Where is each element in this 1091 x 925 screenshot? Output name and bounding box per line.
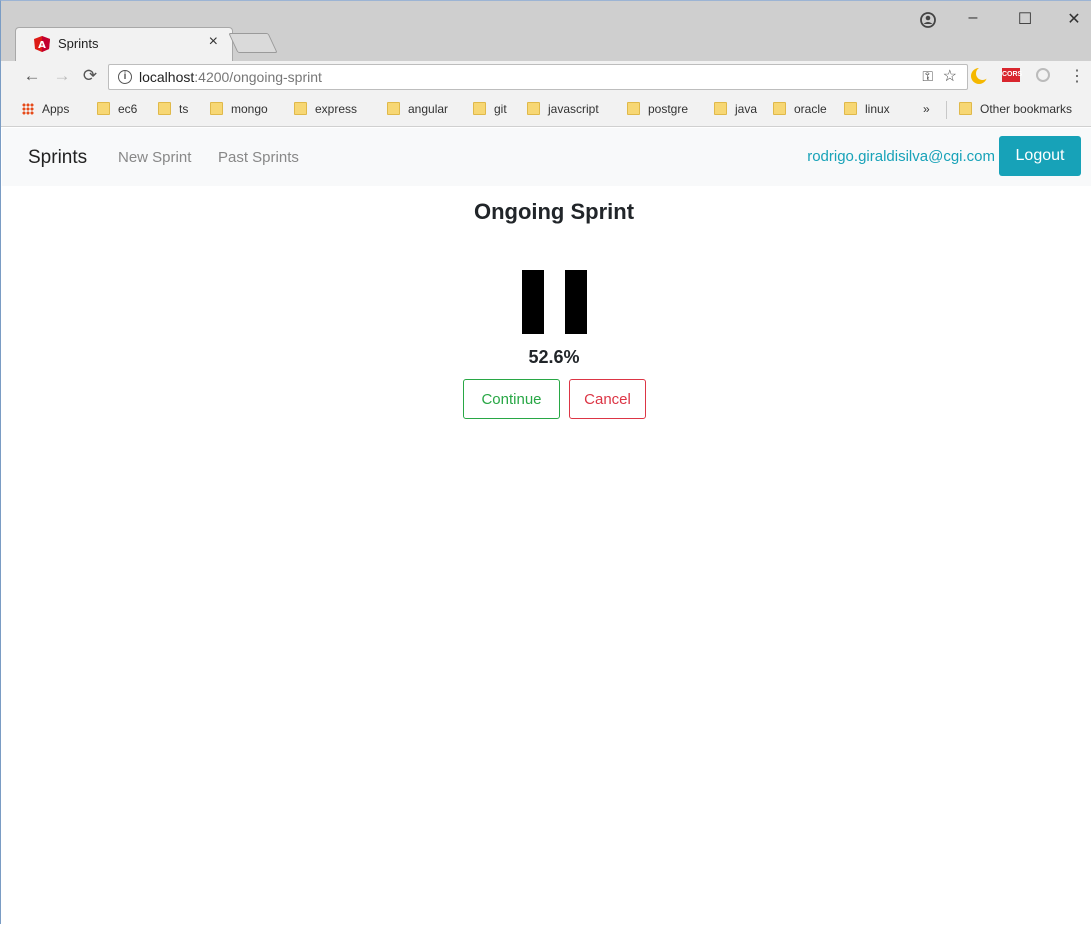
circle-extension-icon[interactable] [1036,68,1050,82]
bookmark-item[interactable]: git [473,102,507,116]
close-window-icon[interactable]: ✕ [1059,9,1089,29]
bookmark-item[interactable]: javascript [527,102,599,116]
bookmark-item[interactable]: linux [844,102,890,116]
folder-icon [527,102,540,115]
address-bar[interactable]: i localhost:4200/ongoing-sprint ⚿ ☆ [108,64,968,90]
pause-bar-right [565,270,587,334]
info-icon[interactable]: i [118,70,132,84]
reload-icon[interactable]: ⟳ [79,66,101,86]
bookmark-star-icon[interactable]: ☆ [943,66,957,86]
apps-grid-icon [22,103,34,115]
navbar-brand[interactable]: Sprints [28,147,87,169]
page-title: Ongoing Sprint [473,199,635,224]
progress-percentage: 52.6% [528,347,580,367]
bookmark-item[interactable]: ts [158,102,188,116]
forward-arrow-icon[interactable]: → [51,66,73,86]
browser-window: A Sprints × – ☐ ✕ ← → ⟳ i localhost:4200… [0,0,1091,925]
bookmark-item[interactable]: java [714,102,757,116]
svg-text:A: A [38,40,46,51]
bookmark-item[interactable]: oracle [773,102,827,116]
profile-icon[interactable] [913,9,943,31]
folder-icon [473,102,486,115]
browser-menu-icon[interactable]: ⋮ [1069,66,1085,86]
bookmark-item[interactable]: angular [387,102,448,116]
bookmark-item[interactable]: postgre [627,102,688,116]
minimize-icon[interactable]: – [958,9,988,27]
bookmarks-overflow-icon[interactable]: » [923,102,930,116]
app-navbar: Sprints New Sprint Past Sprints rodrigo.… [2,128,1091,186]
maximize-icon[interactable]: ☐ [1010,9,1040,29]
nav-past-sprints-link[interactable]: Past Sprints [218,149,299,166]
bookmark-item[interactable]: express [294,102,357,116]
browser-toolbar: ← → ⟳ i localhost:4200/ongoing-sprint ⚿ … [1,61,1091,93]
bookmark-other[interactable]: Other bookmarks [959,102,1072,116]
folder-icon [627,102,640,115]
cors-extension-icon[interactable]: CORS [1002,68,1022,82]
back-arrow-icon[interactable]: ← [21,66,43,86]
folder-icon [844,102,857,115]
browser-tab[interactable]: A Sprints × [15,27,233,61]
folder-icon [97,102,110,115]
pause-icon[interactable] [522,270,588,334]
url-text: localhost:4200/ongoing-sprint [139,69,322,85]
pause-bar-left [522,270,544,334]
folder-icon [714,102,727,115]
continue-button[interactable]: Continue [463,379,560,419]
folder-icon [210,102,223,115]
user-email: rodrigo.giraldisilva@cgi.com [807,148,995,165]
main-content: Ongoing Sprint 52.6% Continue Cancel [1,187,1091,925]
folder-icon [158,102,171,115]
bookmarks-bar: Apps ec6 ts mongo express angular git ja… [1,93,1091,127]
tab-close-icon[interactable]: × [209,33,218,51]
bookmark-apps[interactable]: Apps [22,102,69,116]
cancel-button[interactable]: Cancel [569,379,646,419]
logout-button[interactable]: Logout [999,136,1081,176]
angular-favicon-icon: A [34,36,50,52]
nav-new-sprint-link[interactable]: New Sprint [118,149,191,166]
bookmark-item[interactable]: ec6 [97,102,137,116]
new-tab-button[interactable] [228,33,278,53]
folder-icon [294,102,307,115]
tab-title: Sprints [58,36,99,51]
folder-icon [959,102,972,115]
tab-strip: A Sprints × – ☐ ✕ [1,1,1091,61]
moon-extension-icon[interactable] [971,67,989,84]
bookmark-item[interactable]: mongo [210,102,268,116]
key-icon[interactable]: ⚿ [922,68,933,85]
folder-icon [773,102,786,115]
folder-icon [387,102,400,115]
bookmarks-divider [946,101,947,119]
